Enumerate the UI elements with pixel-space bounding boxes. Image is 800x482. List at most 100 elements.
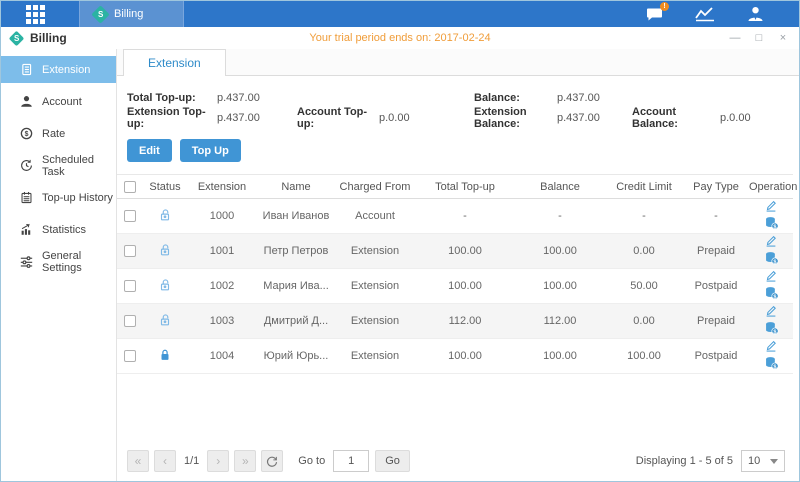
goto-page-input[interactable] (333, 450, 370, 472)
user-account-icon[interactable] (745, 5, 765, 23)
action-buttons: Edit Top Up (127, 139, 799, 162)
billing-app-tab-label: Billing (114, 8, 144, 20)
row-checkbox[interactable] (124, 245, 136, 258)
next-page-button[interactable]: › (207, 450, 230, 472)
col-credit-limit: Credit Limit (605, 174, 683, 199)
window-header: S Billing Your trial period ends on: 201… (1, 27, 799, 49)
first-page-button[interactable]: « (127, 450, 149, 472)
top-up-row-icon[interactable]: $ (764, 356, 779, 373)
billing-app-tab[interactable]: S Billing (79, 1, 184, 27)
row-checkbox[interactable] (124, 350, 136, 363)
lock-closed-icon (161, 349, 169, 360)
svg-text:$: $ (25, 131, 29, 138)
account-balance-label: Account Balance: (632, 106, 678, 130)
extensions-table: Status Extension Name Charged From Total… (117, 174, 797, 374)
top-bar: S Billing ! (1, 1, 799, 27)
rate-icon: $ (20, 127, 33, 140)
lock-open-icon (160, 243, 170, 255)
top-up-button[interactable]: Top Up (179, 139, 241, 162)
displaying-range: Displaying 1 - 5 of 5 (635, 455, 733, 467)
balance-value: p.437.00 (557, 92, 600, 104)
col-total-topup: Total Top-up (415, 174, 515, 199)
account-icon (21, 96, 32, 107)
sidebar-item-scheduled-task[interactable]: Scheduled Task (1, 152, 116, 179)
sidebar-item-extension[interactable]: Extension (1, 56, 116, 83)
chevron-down-icon (770, 458, 778, 464)
app-window: S Billing ! S Billing Your trial period … (0, 0, 800, 482)
last-page-button[interactable]: » (234, 450, 257, 472)
table-row: 1001 Петр Петров Extension 100.00 100.00… (117, 233, 793, 269)
edit-row-icon[interactable] (764, 339, 778, 356)
general-settings-icon (20, 256, 33, 268)
edit-row-icon[interactable] (764, 199, 778, 216)
row-checkbox[interactable] (124, 210, 136, 223)
billing-header-icon: S (8, 30, 25, 46)
col-operation: Operation (749, 174, 797, 199)
col-extension: Extension (187, 174, 257, 199)
page-size-select[interactable]: 10 (741, 450, 785, 472)
extension-icon (22, 63, 32, 76)
lock-open-icon (160, 278, 170, 290)
edit-row-icon[interactable] (764, 269, 778, 286)
table-row: 1003 Дмитрий Д... Extension 112.00 112.0… (117, 303, 793, 339)
top-up-row-icon[interactable]: $ (764, 251, 779, 268)
top-up-row-icon[interactable]: $ (764, 286, 779, 303)
extension-topup-value: p.437.00 (217, 112, 260, 124)
table-header-row: Status Extension Name Charged From Total… (117, 174, 797, 199)
minimize-icon[interactable]: — (729, 32, 741, 44)
window-controls: — □ × (729, 32, 789, 44)
sidebar-item-account[interactable]: Account (1, 88, 116, 115)
col-status: Status (143, 174, 187, 199)
tab-extension[interactable]: Extension (123, 49, 226, 77)
notification-badge: ! (660, 2, 669, 11)
table-row: 1002 Мария Ива... Extension 100.00 100.0… (117, 268, 793, 304)
sidebar-item-rate[interactable]: $ Rate (1, 120, 116, 147)
refresh-icon (267, 456, 278, 467)
pagination-bar: « ‹ 1/1 › » Go to Go Displaying 1 - 5 of… (117, 446, 799, 476)
edit-row-icon[interactable] (764, 304, 778, 321)
billing-summary: Total Top-up: p.437.00 Balance: p.437.00… (117, 76, 799, 130)
sidebar-item-general-settings[interactable]: General Settings (1, 248, 116, 275)
top-up-row-icon[interactable]: $ (764, 216, 779, 233)
trial-notice: Your trial period ends on: 2017-02-24 (309, 32, 491, 44)
lock-open-icon (160, 208, 170, 220)
messages-icon[interactable]: ! (645, 2, 669, 23)
scheduled-task-icon (21, 159, 32, 171)
tab-strip: Extension (117, 49, 799, 77)
balance-label: Balance: (474, 92, 520, 104)
col-balance: Balance (515, 174, 605, 199)
extension-balance-value: p.437.00 (557, 112, 600, 124)
goto-label: Go to (298, 455, 326, 467)
sidebar-item-statistics[interactable]: Statistics (1, 216, 116, 243)
page-title: Billing (30, 31, 67, 45)
prev-page-button[interactable]: ‹ (154, 450, 176, 472)
edit-button[interactable]: Edit (127, 139, 172, 162)
lock-open-icon (160, 313, 170, 325)
select-all-checkbox[interactable] (124, 180, 136, 193)
topbar-actions: ! (645, 2, 765, 23)
sidebar-item-topup-history[interactable]: Top-up History (1, 184, 116, 211)
topup-history-icon (21, 191, 32, 204)
col-pay-type: Pay Type (683, 174, 749, 199)
extension-topup-label: Extension Top-up: (127, 106, 206, 130)
billing-app-icon: S (91, 4, 110, 24)
sidebar: Extension Account $ Rate Scheduled Task … (1, 49, 117, 481)
maximize-icon[interactable]: □ (753, 32, 765, 44)
go-button[interactable]: Go (375, 450, 410, 472)
statistics-icon (21, 223, 31, 235)
page-indicator: 1/1 (184, 455, 200, 467)
close-icon[interactable]: × (777, 32, 789, 44)
col-charged-from: Charged From (335, 174, 415, 199)
table-row: 1004 Юрий Юрь... Extension 100.00 100.00… (117, 338, 793, 374)
refresh-button[interactable] (261, 450, 284, 472)
row-checkbox[interactable] (124, 280, 136, 293)
total-topup-value: p.437.00 (217, 92, 260, 104)
apps-grid-icon[interactable] (26, 4, 45, 24)
edit-row-icon[interactable] (764, 234, 778, 251)
reports-chart-icon[interactable] (695, 5, 715, 23)
top-up-row-icon[interactable]: $ (764, 321, 779, 338)
row-checkbox[interactable] (124, 315, 136, 328)
account-topup-value: p.0.00 (379, 112, 410, 124)
main-content: Extension Total Top-up: p.437.00 Balance… (117, 49, 799, 481)
total-topup-label: Total Top-up: (127, 92, 196, 104)
